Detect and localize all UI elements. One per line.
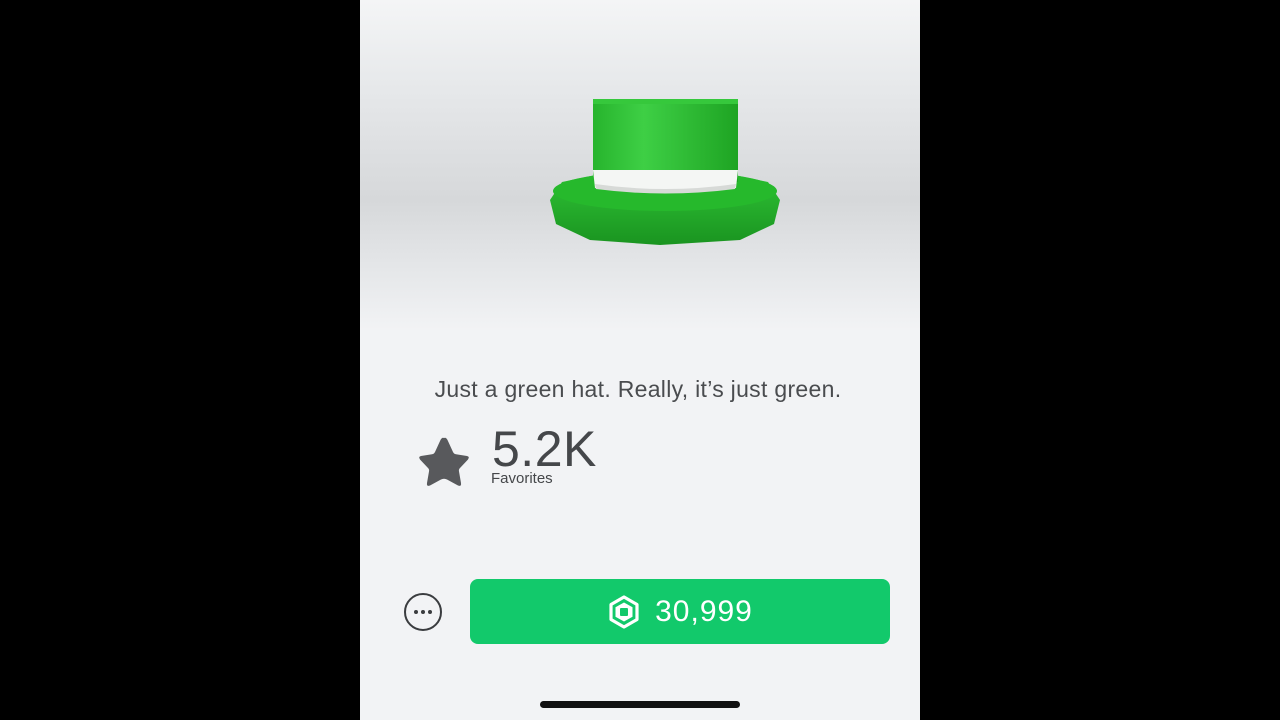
price-label: 30,999 <box>655 594 753 628</box>
green-top-hat-image <box>550 99 780 245</box>
item-preview[interactable] <box>360 0 920 330</box>
item-details-screen: Just a green hat. Really, it’s just gree… <box>360 0 920 720</box>
favorites-section: 5.2K Favorites <box>416 420 676 500</box>
favorites-count: 5.2K <box>492 421 597 477</box>
more-options-icon <box>421 610 425 614</box>
star-icon[interactable] <box>416 435 472 489</box>
more-options-icon <box>428 610 432 614</box>
buy-button[interactable]: 30,999 <box>470 579 890 644</box>
item-description: Just a green hat. Really, it’s just gree… <box>434 376 842 402</box>
favorites-label: Favorites <box>491 470 553 487</box>
more-options-icon <box>414 610 418 614</box>
home-indicator[interactable] <box>540 701 740 708</box>
robux-icon <box>609 594 639 629</box>
more-options-button[interactable] <box>404 593 442 631</box>
